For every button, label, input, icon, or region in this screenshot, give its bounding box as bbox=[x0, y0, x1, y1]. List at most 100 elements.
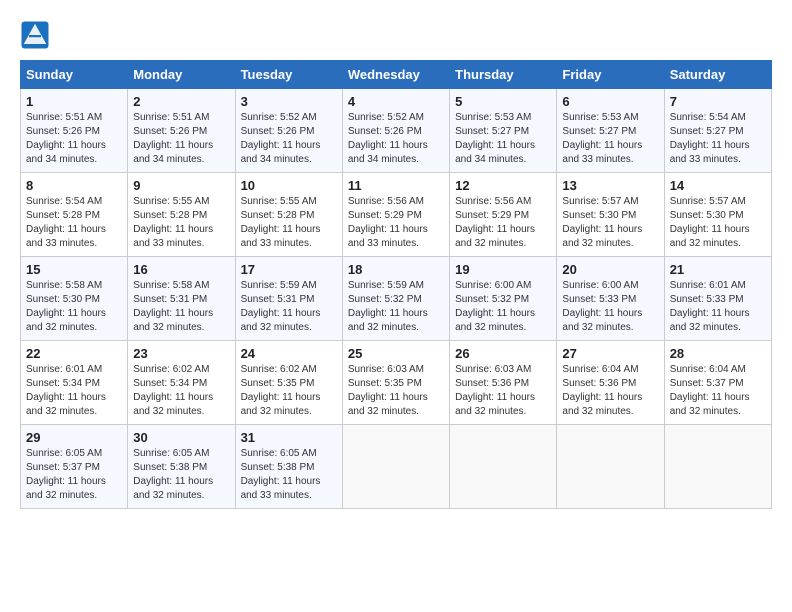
calendar-day-cell: 4 Sunrise: 5:52 AMSunset: 5:26 PMDaylight… bbox=[342, 89, 449, 173]
day-info: Sunrise: 5:53 AMSunset: 5:27 PMDaylight:… bbox=[455, 111, 551, 167]
day-number: 12 bbox=[455, 178, 551, 193]
logo bbox=[20, 20, 54, 50]
calendar-day-cell: 9 Sunrise: 5:55 AMSunset: 5:28 PMDaylight… bbox=[128, 173, 235, 257]
day-number: 19 bbox=[455, 262, 551, 277]
calendar-day-cell: 5 Sunrise: 5:53 AMSunset: 5:27 PMDaylight… bbox=[450, 89, 557, 173]
calendar-day-cell: 22 Sunrise: 6:01 AMSunset: 5:34 PMDayligh… bbox=[21, 341, 128, 425]
day-info: Sunrise: 5:51 AMSunset: 5:26 PMDaylight:… bbox=[133, 111, 229, 167]
day-number: 20 bbox=[562, 262, 658, 277]
day-number: 3 bbox=[241, 94, 337, 109]
day-info: Sunrise: 5:58 AMSunset: 5:31 PMDaylight:… bbox=[133, 279, 229, 335]
calendar-week-row: 29 Sunrise: 6:05 AMSunset: 5:37 PMDayligh… bbox=[21, 425, 772, 509]
calendar-day-cell: 1 Sunrise: 5:51 AMSunset: 5:26 PMDaylight… bbox=[21, 89, 128, 173]
day-number: 5 bbox=[455, 94, 551, 109]
calendar-table: SundayMondayTuesdayWednesdayThursdayFrid… bbox=[20, 60, 772, 509]
day-info: Sunrise: 5:52 AMSunset: 5:26 PMDaylight:… bbox=[348, 111, 444, 167]
day-number: 2 bbox=[133, 94, 229, 109]
calendar-day-cell: 14 Sunrise: 5:57 AMSunset: 5:30 PMDayligh… bbox=[664, 173, 771, 257]
day-info: Sunrise: 6:05 AMSunset: 5:37 PMDaylight:… bbox=[26, 447, 122, 503]
day-info: Sunrise: 5:51 AMSunset: 5:26 PMDaylight:… bbox=[26, 111, 122, 167]
calendar-day-cell: 16 Sunrise: 5:58 AMSunset: 5:31 PMDayligh… bbox=[128, 257, 235, 341]
day-info: Sunrise: 6:01 AMSunset: 5:33 PMDaylight:… bbox=[670, 279, 766, 335]
day-info: Sunrise: 6:01 AMSunset: 5:34 PMDaylight:… bbox=[26, 363, 122, 419]
calendar-day-cell: 29 Sunrise: 6:05 AMSunset: 5:37 PMDayligh… bbox=[21, 425, 128, 509]
calendar-day-cell: 19 Sunrise: 6:00 AMSunset: 5:32 PMDayligh… bbox=[450, 257, 557, 341]
calendar-day-cell: 12 Sunrise: 5:56 AMSunset: 5:29 PMDayligh… bbox=[450, 173, 557, 257]
day-number: 11 bbox=[348, 178, 444, 193]
day-info: Sunrise: 6:04 AMSunset: 5:36 PMDaylight:… bbox=[562, 363, 658, 419]
day-info: Sunrise: 5:59 AMSunset: 5:31 PMDaylight:… bbox=[241, 279, 337, 335]
day-number: 15 bbox=[26, 262, 122, 277]
calendar-week-row: 8 Sunrise: 5:54 AMSunset: 5:28 PMDaylight… bbox=[21, 173, 772, 257]
header-tuesday: Tuesday bbox=[235, 61, 342, 89]
day-number: 28 bbox=[670, 346, 766, 361]
day-number: 26 bbox=[455, 346, 551, 361]
day-number: 27 bbox=[562, 346, 658, 361]
general-blue-icon bbox=[20, 20, 50, 50]
day-number: 1 bbox=[26, 94, 122, 109]
day-number: 4 bbox=[348, 94, 444, 109]
calendar-day-cell: 10 Sunrise: 5:55 AMSunset: 5:28 PMDayligh… bbox=[235, 173, 342, 257]
calendar-day-cell: 18 Sunrise: 5:59 AMSunset: 5:32 PMDayligh… bbox=[342, 257, 449, 341]
calendar-day-cell: 30Sunrise: 6:05 AMSunset: 5:38 PMDayligh… bbox=[128, 425, 235, 509]
calendar-day-cell: 8 Sunrise: 5:54 AMSunset: 5:28 PMDaylight… bbox=[21, 173, 128, 257]
empty-cell bbox=[664, 425, 771, 509]
header-friday: Friday bbox=[557, 61, 664, 89]
day-info: Sunrise: 6:02 AMSunset: 5:34 PMDaylight:… bbox=[133, 363, 229, 419]
day-info: Sunrise: 6:04 AMSunset: 5:37 PMDaylight:… bbox=[670, 363, 766, 419]
calendar-day-cell: 21 Sunrise: 6:01 AMSunset: 5:33 PMDayligh… bbox=[664, 257, 771, 341]
header-monday: Monday bbox=[128, 61, 235, 89]
day-info: Sunrise: 6:03 AMSunset: 5:36 PMDaylight:… bbox=[455, 363, 551, 419]
day-info: Sunrise: 5:53 AMSunset: 5:27 PMDaylight:… bbox=[562, 111, 658, 167]
day-info: Sunrise: 6:02 AMSunset: 5:35 PMDaylight:… bbox=[241, 363, 337, 419]
day-info: Sunrise: 5:59 AMSunset: 5:32 PMDaylight:… bbox=[348, 279, 444, 335]
empty-cell bbox=[450, 425, 557, 509]
header-saturday: Saturday bbox=[664, 61, 771, 89]
day-info: Sunrise: 6:00 AMSunset: 5:32 PMDaylight:… bbox=[455, 279, 551, 335]
day-number: 9 bbox=[133, 178, 229, 193]
day-number: 23 bbox=[133, 346, 229, 361]
day-info: Sunrise: 5:54 AMSunset: 5:27 PMDaylight:… bbox=[670, 111, 766, 167]
header-thursday: Thursday bbox=[450, 61, 557, 89]
day-number: 29 bbox=[26, 430, 122, 445]
calendar-day-cell: 20 Sunrise: 6:00 AMSunset: 5:33 PMDayligh… bbox=[557, 257, 664, 341]
calendar-day-cell: 13 Sunrise: 5:57 AMSunset: 5:30 PMDayligh… bbox=[557, 173, 664, 257]
calendar-day-cell: 31 Sunrise: 6:05 AMSunset: 5:38 PMDayligh… bbox=[235, 425, 342, 509]
day-number: 6 bbox=[562, 94, 658, 109]
calendar-day-cell: 17 Sunrise: 5:59 AMSunset: 5:31 PMDayligh… bbox=[235, 257, 342, 341]
header bbox=[20, 20, 772, 50]
day-number: 8 bbox=[26, 178, 122, 193]
day-number: 25 bbox=[348, 346, 444, 361]
day-info: Sunrise: 5:54 AMSunset: 5:28 PMDaylight:… bbox=[26, 195, 122, 251]
day-info: Sunrise: 5:58 AMSunset: 5:30 PMDaylight:… bbox=[26, 279, 122, 335]
day-number: 7 bbox=[670, 94, 766, 109]
day-info: Sunrise: 6:05 AMSunset: 5:38 PMDaylight:… bbox=[241, 447, 337, 503]
day-number: 24 bbox=[241, 346, 337, 361]
day-info: Sunrise: 6:03 AMSunset: 5:35 PMDaylight:… bbox=[348, 363, 444, 419]
day-info: Sunrise: 5:57 AMSunset: 5:30 PMDaylight:… bbox=[670, 195, 766, 251]
calendar-week-row: 15 Sunrise: 5:58 AMSunset: 5:30 PMDayligh… bbox=[21, 257, 772, 341]
day-info: Sunrise: 5:56 AMSunset: 5:29 PMDaylight:… bbox=[348, 195, 444, 251]
calendar-day-cell: 23 Sunrise: 6:02 AMSunset: 5:34 PMDayligh… bbox=[128, 341, 235, 425]
empty-cell bbox=[557, 425, 664, 509]
calendar-day-cell: 6 Sunrise: 5:53 AMSunset: 5:27 PMDaylight… bbox=[557, 89, 664, 173]
calendar-day-cell: 28 Sunrise: 6:04 AMSunset: 5:37 PMDayligh… bbox=[664, 341, 771, 425]
day-number: 13 bbox=[562, 178, 658, 193]
day-info: Sunrise: 5:56 AMSunset: 5:29 PMDaylight:… bbox=[455, 195, 551, 251]
day-number: 22 bbox=[26, 346, 122, 361]
day-info: Sunrise: 6:00 AMSunset: 5:33 PMDaylight:… bbox=[562, 279, 658, 335]
calendar-day-cell: 26 Sunrise: 6:03 AMSunset: 5:36 PMDayligh… bbox=[450, 341, 557, 425]
day-info: Sunrise: 5:55 AMSunset: 5:28 PMDaylight:… bbox=[241, 195, 337, 251]
calendar-week-row: 1 Sunrise: 5:51 AMSunset: 5:26 PMDaylight… bbox=[21, 89, 772, 173]
day-number: 18 bbox=[348, 262, 444, 277]
day-number: 10 bbox=[241, 178, 337, 193]
day-number: 16 bbox=[133, 262, 229, 277]
calendar-day-cell: 25 Sunrise: 6:03 AMSunset: 5:35 PMDayligh… bbox=[342, 341, 449, 425]
calendar-day-cell: 3Sunrise: 5:52 AMSunset: 5:26 PMDaylight… bbox=[235, 89, 342, 173]
day-number: 14 bbox=[670, 178, 766, 193]
day-info: Sunrise: 5:55 AMSunset: 5:28 PMDaylight:… bbox=[133, 195, 229, 251]
day-number: 31 bbox=[241, 430, 337, 445]
day-info: Sunrise: 5:57 AMSunset: 5:30 PMDaylight:… bbox=[562, 195, 658, 251]
day-number: 17 bbox=[241, 262, 337, 277]
day-number: 21 bbox=[670, 262, 766, 277]
